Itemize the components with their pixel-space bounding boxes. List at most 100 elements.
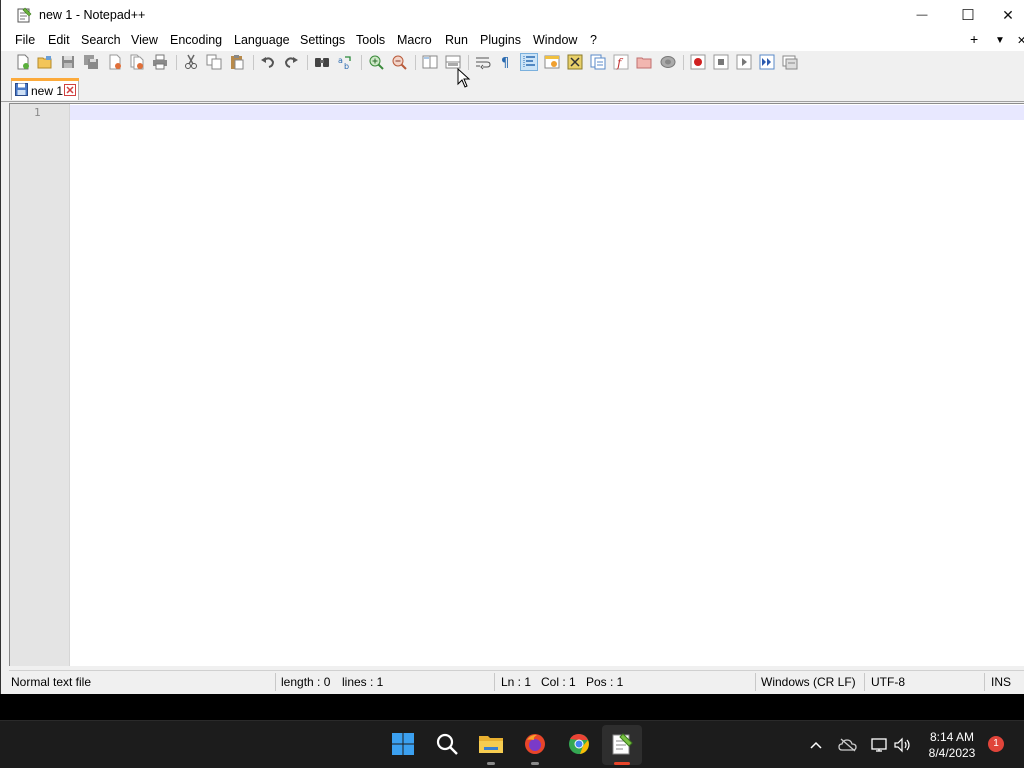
close-icon[interactable] [107,54,123,70]
close-document-button[interactable]: ✕ [1017,34,1024,47]
user-defined-language-icon[interactable] [544,54,560,70]
minimize-icon: — [916,9,928,21]
tab-new-1[interactable]: new 1 [11,78,79,100]
status-separator [864,673,865,691]
svg-text:b: b [344,62,349,70]
save-macro-icon[interactable] [782,54,798,70]
onedrive-offline-icon[interactable] [838,735,858,755]
menu-search[interactable]: Search [81,33,121,47]
menu-settings[interactable]: Settings [300,33,345,47]
taskbar-search-button[interactable] [433,731,461,759]
find-icon[interactable] [314,54,330,70]
menu-bar: File Edit Search View Encoding Language … [1,30,1024,51]
notepad-app-icon [16,7,32,23]
taskbar-chrome[interactable] [565,731,593,759]
current-line-highlight [70,105,1024,120]
folder-icon [478,732,504,759]
menu-window[interactable]: Window [533,33,577,47]
menu-run[interactable]: Run [445,33,468,47]
notification-badge[interactable]: 1 [988,736,1004,752]
open-file-icon[interactable] [37,54,53,70]
app-active-indicator [614,762,630,765]
title-bar[interactable]: new 1 - Notepad++ — ☐ ✕ [1,0,1024,30]
stop-recording-icon[interactable] [713,54,729,70]
menu-edit[interactable]: Edit [48,33,70,47]
toolbar-separator [361,55,362,70]
close-all-icon[interactable] [129,54,145,70]
folder-as-workspace-icon[interactable] [636,54,652,70]
indent-guide-icon[interactable] [520,53,538,71]
clock-date: 8/4/2023 [928,746,976,760]
tab-list-dropdown[interactable]: ▼ [995,35,1005,46]
menu-help[interactable]: ? [590,33,597,47]
redo-icon[interactable] [283,54,299,70]
start-button[interactable] [389,731,417,759]
network-icon[interactable] [870,735,890,755]
monitoring-icon[interactable] [660,54,676,70]
zoom-out-icon[interactable] [391,54,407,70]
show-hidden-icons-chevron-icon[interactable] [806,735,826,755]
chrome-icon [567,732,591,759]
text-area[interactable] [70,120,1024,666]
copy-icon[interactable] [206,54,222,70]
notepad-plus-plus-window: new 1 - Notepad++ — ☐ ✕ File Edit Search… [0,0,1024,694]
add-tab-button[interactable]: + [970,31,978,47]
status-column: Col : 1 [541,675,576,689]
word-wrap-icon[interactable] [475,54,491,70]
run-macro-multiple-icon[interactable] [759,54,775,70]
menu-language[interactable]: Language [234,33,290,47]
minimize-button[interactable]: — [899,0,945,30]
cut-icon[interactable] [183,54,199,70]
close-tab-icon[interactable] [64,84,76,96]
save-all-icon[interactable] [83,54,99,70]
print-icon[interactable] [152,54,168,70]
start-recording-icon[interactable] [690,54,706,70]
menu-file[interactable]: File [15,33,35,47]
document-list-icon[interactable] [590,54,606,70]
status-insert-mode: INS [991,675,1012,689]
paste-icon[interactable] [229,54,245,70]
taskbar-file-explorer[interactable] [477,731,505,759]
replace-icon[interactable]: ab [337,54,353,70]
close-icon: ✕ [1002,6,1014,23]
document-map-icon[interactable] [567,54,583,70]
close-window-button[interactable]: ✕ [991,0,1024,30]
playback-icon[interactable] [736,54,752,70]
taskbar-firefox[interactable] [521,731,549,759]
app-running-indicator [531,762,539,765]
notepad-plus-plus-icon [610,732,634,759]
firefox-icon [523,732,547,759]
menu-plugins[interactable]: Plugins [480,33,521,47]
show-all-characters-icon[interactable]: ¶ [498,54,514,70]
tab-label: new 1 [31,84,64,98]
editor-area[interactable]: 1 [9,103,1024,666]
svg-text:¶: ¶ [501,56,509,70]
status-eol: Windows (CR LF) [761,675,856,689]
line-number-gutter: 1 [10,104,70,666]
sync-vertical-icon[interactable] [422,54,438,70]
save-icon[interactable] [60,54,76,70]
taskbar-clock[interactable]: 8:14 AM 8/4/2023 [920,729,984,761]
undo-icon[interactable] [260,54,276,70]
status-separator [494,673,495,691]
function-list-icon[interactable]: f [613,54,629,70]
menu-encoding[interactable]: Encoding [170,33,222,47]
window-title: new 1 - Notepad++ [39,8,146,22]
maximize-button[interactable]: ☐ [945,0,991,30]
status-lines: lines : 1 [342,675,384,689]
volume-icon[interactable] [893,735,913,755]
maximize-icon: ☐ [961,7,975,24]
taskbar-notepad-plus-plus[interactable] [608,731,636,759]
status-position: Pos : 1 [586,675,624,689]
new-file-icon[interactable] [15,54,31,70]
menu-view[interactable]: View [131,33,158,47]
zoom-in-icon[interactable] [368,54,384,70]
toolbar-separator [415,55,416,70]
clock-time: 8:14 AM [929,730,975,744]
taskbar: 8:14 AM 8/4/2023 [0,720,1024,768]
saved-file-icon [15,83,28,96]
menu-tools[interactable]: Tools [356,33,385,47]
toolbar-separator [253,55,254,70]
menu-macro[interactable]: Macro [397,33,432,47]
status-separator [755,673,756,691]
